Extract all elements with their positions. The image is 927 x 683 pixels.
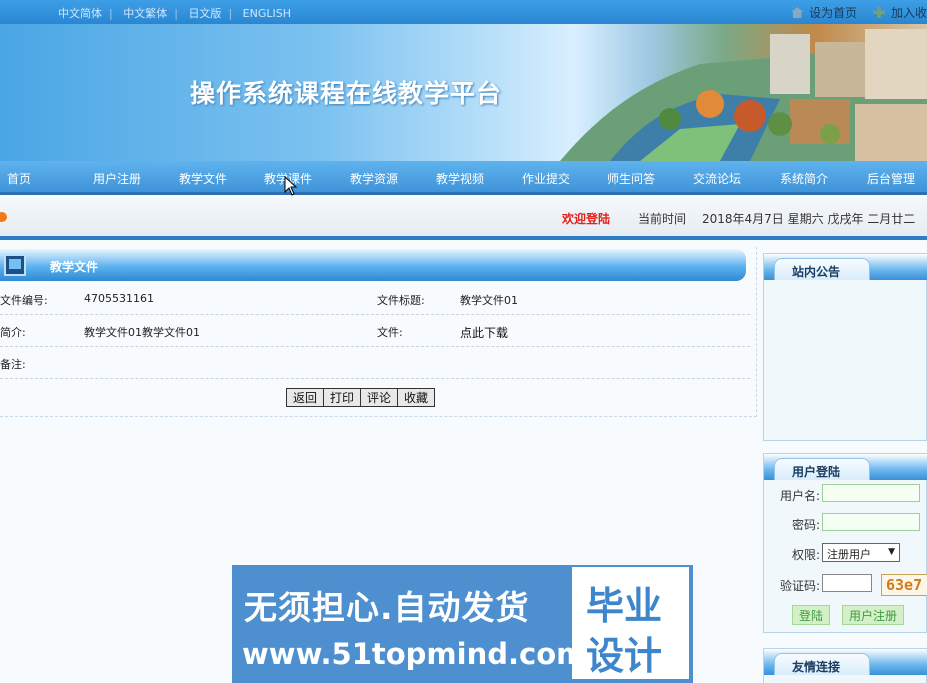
set-home-link[interactable]: 设为首页 xyxy=(809,6,857,20)
username-input[interactable] xyxy=(822,484,920,502)
file-no-label: 文件编号: xyxy=(0,294,48,307)
detail-row-intro: 简介: 教学文件01教学文件01 文件: 点此下载 xyxy=(0,315,750,347)
detail-row-number: 文件编号: 4705531161 文件标题: 教学文件01 xyxy=(0,283,750,315)
language-links: 中文简体 | 中文繁体 | 日文版 | ENGLISH xyxy=(58,7,291,20)
notice-header: 站内公告 xyxy=(764,254,927,280)
lang-traditional-link[interactable]: 中文繁体 xyxy=(123,7,167,20)
login-buttons-row: 登陆 用户注册 xyxy=(764,605,927,627)
ad-box-line2: 设计 xyxy=(586,634,663,678)
welcome-strip: 欢迎登陆 当前时间 2018年4月7日 星期六 戊戌年 二月廿二 xyxy=(0,198,927,240)
file-no-value: 4705531161 xyxy=(84,292,154,305)
ad-url: www.51topmind.com xyxy=(242,637,587,671)
role-label: 权限: xyxy=(792,548,821,562)
city-photo-image xyxy=(560,29,927,161)
ad-slogan: 无须担心.自动发货 xyxy=(244,588,530,627)
username-row: 用户名: xyxy=(764,484,927,506)
captcha-row: 验证码: 63e7 xyxy=(764,574,927,596)
nav-qa[interactable]: 师生问答 xyxy=(607,170,655,187)
time-value: 2018年4月7日 星期六 戊戌年 二月廿二 xyxy=(702,212,916,226)
nav-homework[interactable]: 作业提交 xyxy=(522,170,570,187)
plus-icon xyxy=(872,7,885,18)
mouse-cursor-icon xyxy=(284,176,298,196)
login-header: 用户登陆 xyxy=(764,454,927,480)
remark-label: 备注: xyxy=(0,358,26,371)
watermark-ad: 无须担心.自动发货 www.51topmind.com 毕业 设计 xyxy=(232,565,693,683)
links-header: 友情连接 xyxy=(764,649,927,675)
role-row: 权限: 注册用户 xyxy=(764,543,927,565)
username-label: 用户名: xyxy=(780,489,821,503)
monitor-icon xyxy=(4,254,26,276)
top-bar: 中文简体 | 中文繁体 | 日文版 | ENGLISH 设为首页 加入收 xyxy=(0,0,927,24)
links-title: 友情连接 xyxy=(792,660,841,674)
ad-box-line1: 毕业 xyxy=(586,584,663,628)
links-box: 友情连接 xyxy=(763,648,927,683)
file-detail-panel: 教学文件 文件编号: 4705531161 文件标题: 教学文件01 简介: 教… xyxy=(0,247,757,417)
favorite-button[interactable]: 收藏 xyxy=(397,388,436,407)
password-label: 密码: xyxy=(792,518,821,532)
nav-resources[interactable]: 教学资源 xyxy=(350,170,398,187)
nav-about[interactable]: 系统简介 xyxy=(780,170,828,187)
captcha-image[interactable]: 63e7 xyxy=(881,574,927,596)
intro-label: 简介: xyxy=(0,326,26,339)
welcome-text: 欢迎登陆 xyxy=(562,212,611,226)
nav-forum[interactable]: 交流论坛 xyxy=(693,170,741,187)
lang-simplified-link[interactable]: 中文简体 xyxy=(58,7,102,20)
nav-admin[interactable]: 后台管理 xyxy=(867,170,915,187)
login-button[interactable]: 登陆 xyxy=(792,605,831,625)
role-selected-value: 注册用户 xyxy=(827,548,871,561)
nav-videos[interactable]: 教学视频 xyxy=(436,170,484,187)
home-icon xyxy=(791,7,804,18)
password-row: 密码: xyxy=(764,513,927,535)
login-title: 用户登陆 xyxy=(792,465,841,479)
file-title-value: 教学文件01 xyxy=(460,294,518,307)
action-buttons: 返回 打印 评论 收藏 xyxy=(286,388,436,407)
captcha-label: 验证码: xyxy=(780,579,821,593)
captcha-input[interactable] xyxy=(822,574,872,592)
detail-row-remark: 备注: xyxy=(0,347,750,379)
download-link[interactable]: 点此下载 xyxy=(460,324,508,341)
arrow-icon xyxy=(0,212,7,222)
back-button[interactable]: 返回 xyxy=(286,388,325,407)
lang-english-link[interactable]: ENGLISH xyxy=(243,7,291,20)
register-button[interactable]: 用户注册 xyxy=(842,605,905,625)
nav-teaching-files[interactable]: 教学文件 xyxy=(179,170,227,187)
lang-japanese-link[interactable]: 日文版 xyxy=(188,7,221,20)
panel-title: 教学文件 xyxy=(50,260,99,274)
site-banner: 操作系统课程在线教学平台 xyxy=(0,24,927,161)
file-label: 文件: xyxy=(377,326,403,339)
login-box: 用户登陆 用户名: 密码: 权限: 注册用户 验证码: 63e7 登陆 用户注册 xyxy=(763,453,927,633)
time-label: 当前时间 xyxy=(638,212,687,226)
ad-logo-box: 毕业 设计 xyxy=(572,567,689,679)
add-favorite-link[interactable]: 加入收 xyxy=(891,6,927,20)
password-input[interactable] xyxy=(822,513,920,531)
nav-register[interactable]: 用户注册 xyxy=(93,170,141,187)
role-select[interactable]: 注册用户 xyxy=(822,543,900,562)
intro-value: 教学文件01教学文件01 xyxy=(84,326,200,339)
notice-box: 站内公告 xyxy=(763,253,927,441)
site-title: 操作系统课程在线教学平台 xyxy=(190,79,503,108)
main-nav: 首页 用户注册 教学文件 教学课件 教学资源 教学视频 作业提交 师生问答 交流… xyxy=(0,161,927,195)
top-right-links: 设为首页 加入收 xyxy=(779,4,927,21)
notice-title: 站内公告 xyxy=(792,265,841,279)
file-title-label: 文件标题: xyxy=(377,294,425,307)
nav-home[interactable]: 首页 xyxy=(7,170,31,187)
comment-button[interactable]: 评论 xyxy=(360,388,399,407)
panel-header: 教学文件 xyxy=(0,249,746,281)
print-button[interactable]: 打印 xyxy=(323,388,362,407)
